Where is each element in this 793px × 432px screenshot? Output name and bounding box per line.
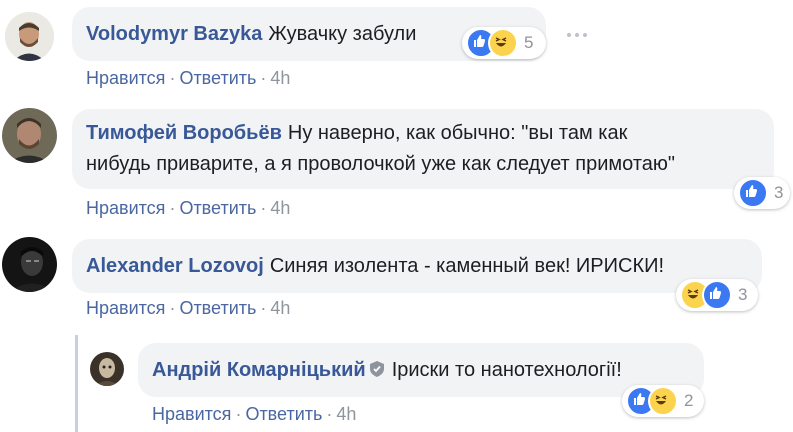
reply-link[interactable]: Ответить (179, 298, 256, 318)
avatar-alexander[interactable] (2, 237, 57, 292)
reply-actions: Нравится · Ответить · 4h (152, 403, 356, 425)
comment-author[interactable]: Alexander Lozovoj (86, 255, 264, 277)
reaction-count: 2 (684, 391, 694, 410)
comment-actions: Нравится · Ответить · 4h (86, 197, 290, 219)
like-icon (738, 178, 768, 208)
comment-actions: Нравится · Ответить · 4h (86, 297, 290, 319)
timestamp[interactable]: 4h (270, 68, 290, 88)
comment-bubble: Alexander Lozovoj Синяя изолента - каменн… (72, 239, 762, 293)
comment-author[interactable]: Тимофей Воробьёв (86, 122, 282, 144)
reactions-summary[interactable]: 5 (462, 27, 546, 59)
avatar-photo (90, 352, 124, 386)
reply-thread-line (75, 335, 78, 432)
reactions-summary[interactable]: 2 (622, 385, 704, 417)
reply-link[interactable]: Ответить (179, 198, 256, 218)
avatar-photo (5, 12, 54, 61)
comment-author[interactable]: Volodymyr Bazyka (86, 23, 262, 45)
comment-actions: Нравится · Ответить · 4h (86, 67, 290, 89)
separator: · (260, 298, 267, 318)
comment-bubble: Тимофей Воробьёв Ну наверно, как обычно: … (72, 109, 774, 189)
shield-icon (368, 357, 386, 387)
reply-text: Іриски то нанотехнології! (391, 359, 622, 381)
separator: · (169, 198, 176, 218)
reply-link[interactable]: Ответить (245, 404, 322, 424)
reaction-count: 3 (774, 183, 784, 202)
like-link[interactable]: Нравится (86, 68, 165, 88)
more-options-icon[interactable] (566, 27, 588, 37)
separator: · (326, 404, 333, 424)
like-link[interactable]: Нравится (86, 298, 165, 318)
comment-text-line2: нибудь приварите, а я проволочкой уже ка… (86, 153, 675, 175)
reaction-count: 3 (738, 285, 748, 304)
timestamp[interactable]: 4h (270, 298, 290, 318)
reaction-count: 5 (524, 33, 534, 52)
timestamp[interactable]: 4h (270, 198, 290, 218)
separator: · (169, 298, 176, 318)
separator: · (169, 68, 176, 88)
reply-link[interactable]: Ответить (179, 68, 256, 88)
reply-author[interactable]: Андрій Комарніцький (152, 359, 366, 381)
like-link[interactable]: Нравится (152, 404, 231, 424)
reactions-summary[interactable]: 3 (734, 177, 790, 209)
avatar-timofey[interactable] (2, 108, 57, 163)
reply-bubble: Андрій Комарніцький Іриски то нанотехнол… (138, 343, 704, 397)
like-link[interactable]: Нравится (86, 198, 165, 218)
haha-icon (488, 28, 518, 58)
separator: · (260, 198, 267, 218)
avatar-photo (2, 237, 57, 292)
comment-text: Ну наверно, как обычно: "вы там как (287, 122, 628, 144)
avatar-volodymyr[interactable] (5, 12, 54, 61)
like-icon (702, 280, 732, 310)
separator: · (260, 68, 267, 88)
haha-icon (648, 386, 678, 416)
avatar-photo (2, 108, 57, 163)
comment-text: Синяя изолента - каменный век! ИРИСКИ! (269, 255, 665, 277)
avatar-andriy[interactable] (90, 352, 124, 386)
reactions-summary[interactable]: 3 (676, 279, 758, 311)
separator: · (235, 404, 242, 424)
timestamp[interactable]: 4h (336, 404, 356, 424)
comment-text: Жувачку забули (268, 23, 417, 45)
